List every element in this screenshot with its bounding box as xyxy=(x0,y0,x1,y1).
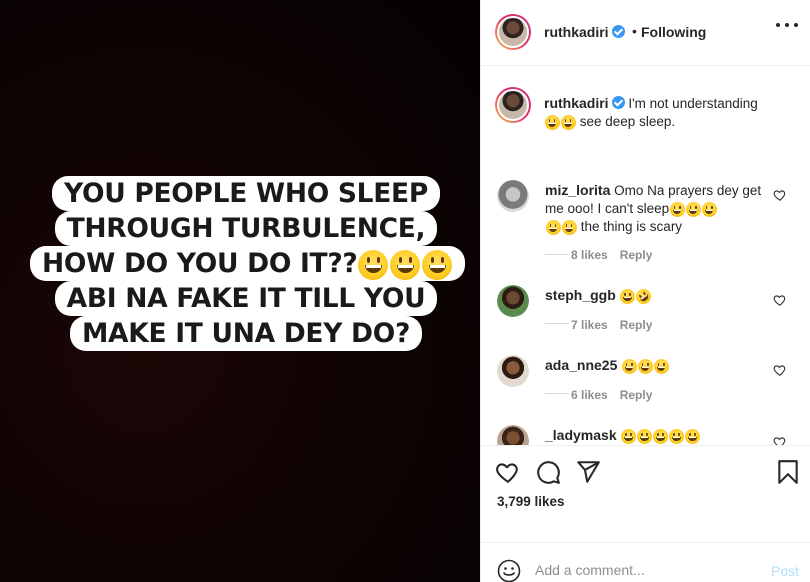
caption-username[interactable]: ruthkadiri xyxy=(544,95,625,111)
grinning-emoji-icon xyxy=(636,428,652,444)
grinning-emoji-icon xyxy=(684,428,700,444)
grinning-emoji-icon xyxy=(561,219,577,235)
following-button[interactable]: Following xyxy=(641,24,706,40)
grinning-emoji-icon xyxy=(701,201,717,217)
comment-likes[interactable]: 6 likes xyxy=(571,388,608,402)
author-username[interactable]: ruthkadiri xyxy=(544,24,625,40)
grinning-emoji-icon xyxy=(621,358,637,374)
comment-text: steph_ggb xyxy=(545,285,770,307)
reply-button[interactable]: Reply xyxy=(620,318,653,332)
post-text-line: ABI NA FAKE IT TILL YOU xyxy=(54,281,438,316)
comment-meta: 7 likes Reply xyxy=(571,318,652,332)
comment-icon[interactable] xyxy=(535,459,561,485)
verified-badge-icon xyxy=(611,25,625,38)
add-comment-bar: Post xyxy=(481,542,810,582)
more-horizontal-icon[interactable] xyxy=(776,23,798,29)
emoji-picker-icon[interactable] xyxy=(497,559,521,582)
commenter-username[interactable]: _ladymask xyxy=(545,427,617,443)
comment-text: miz_lorita Omo Na prayers dey get me ooo… xyxy=(545,182,762,235)
commenter-username[interactable]: miz_lorita xyxy=(545,182,610,198)
comment-text: _ladymask xyxy=(545,426,770,445)
grinning-emoji-icon xyxy=(422,249,453,280)
commenter-username[interactable]: steph_ggb xyxy=(545,287,616,303)
grinning-emoji-icon xyxy=(669,201,685,217)
post-sidebar: ruthkadiri • Following ruthkadiri I'm no… xyxy=(480,0,810,582)
grinning-emoji-icon xyxy=(545,219,561,235)
grinning-emoji-icon xyxy=(653,358,669,374)
like-comment-heart-icon[interactable] xyxy=(773,363,787,377)
grinning-emoji-icon xyxy=(652,428,668,444)
post-text-line: THROUGH TURBULENCE, xyxy=(54,211,438,246)
like-comment-heart-icon[interactable] xyxy=(773,435,787,445)
author-avatar[interactable] xyxy=(495,14,531,50)
comment-likes[interactable]: 7 likes xyxy=(571,318,608,332)
commenter-avatar[interactable] xyxy=(497,285,529,317)
post-text-line: YOU PEOPLE WHO SLEEP xyxy=(52,176,440,211)
commenter-username[interactable]: ada_nne25 xyxy=(545,357,617,373)
heart-icon[interactable] xyxy=(495,459,521,485)
grinning-emoji-icon xyxy=(620,428,636,444)
comment-meta: 8 likes Reply xyxy=(571,248,652,262)
post-actions: 3,799 likes xyxy=(481,445,810,542)
comment-text: ada_nne25 xyxy=(545,356,770,375)
grinning-emoji-icon xyxy=(637,358,653,374)
grinning-emoji-icon xyxy=(544,114,560,130)
send-icon[interactable] xyxy=(575,459,601,485)
rofl-emoji-icon xyxy=(633,285,654,307)
like-comment-heart-icon[interactable] xyxy=(773,293,787,307)
commenter-avatar[interactable] xyxy=(497,425,529,445)
grinning-emoji-icon xyxy=(560,114,576,130)
grinning-emoji-icon xyxy=(685,201,701,217)
separator-dot: • xyxy=(632,23,637,39)
like-comment-heart-icon[interactable] xyxy=(773,188,787,202)
reply-button[interactable]: Reply xyxy=(620,388,653,402)
bookmark-icon[interactable] xyxy=(775,459,801,485)
grinning-emoji-icon xyxy=(668,428,684,444)
post-text-line: HOW DO YOU DO IT?? xyxy=(30,246,466,281)
post-header: ruthkadiri • Following xyxy=(481,0,810,66)
reply-button[interactable]: Reply xyxy=(620,248,653,262)
grinning-emoji-icon xyxy=(620,288,636,304)
commenter-avatar[interactable] xyxy=(497,355,529,387)
post-comment-button[interactable]: Post xyxy=(771,563,799,579)
comment-likes[interactable]: 8 likes xyxy=(571,248,608,262)
caption-text: ruthkadiri I'm not understanding see dee… xyxy=(544,95,758,130)
add-comment-input[interactable] xyxy=(535,557,755,582)
post-image-text: YOU PEOPLE WHO SLEEP THROUGH TURBULENCE,… xyxy=(30,176,466,351)
post-image[interactable]: YOU PEOPLE WHO SLEEP THROUGH TURBULENCE,… xyxy=(0,0,480,582)
comment-meta: 6 likes Reply xyxy=(571,388,652,402)
grinning-emoji-icon xyxy=(358,249,389,280)
comments-list[interactable]: ruthkadiri I'm not understanding see dee… xyxy=(481,67,810,445)
grinning-emoji-icon xyxy=(390,249,421,280)
likes-count[interactable]: 3,799 likes xyxy=(497,494,565,509)
caption-avatar[interactable] xyxy=(495,87,531,123)
commenter-avatar[interactable] xyxy=(497,180,529,212)
verified-badge-icon xyxy=(611,96,625,109)
post-text-line: MAKE IT UNA DEY DO? xyxy=(69,316,423,351)
